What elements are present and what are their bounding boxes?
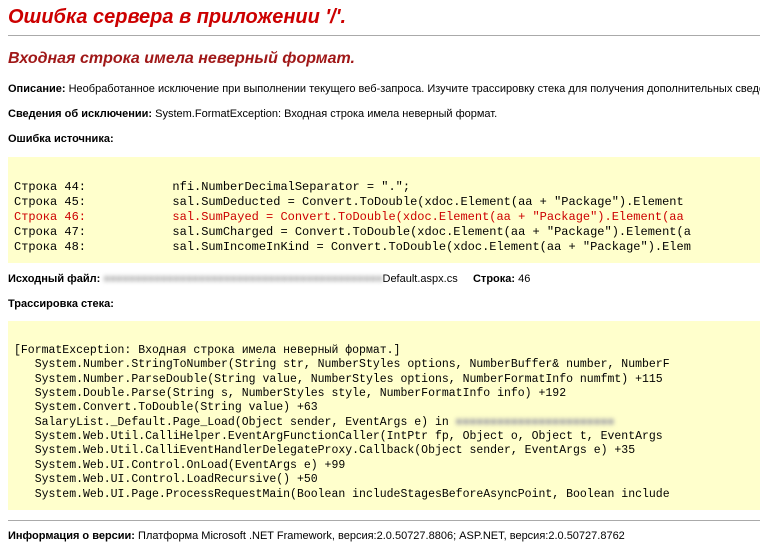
- exception-line: Сведения об исключении: System.FormatExc…: [8, 107, 760, 122]
- divider: [8, 35, 760, 36]
- source-error-label-row: Ошибка источника:: [8, 132, 760, 147]
- source-file-path-tail: Default.aspx.cs: [383, 273, 458, 285]
- exception-label: Сведения об исключении:: [8, 108, 152, 120]
- source-file-hidden-path: ■■■■■■■■■■■■■■■■■■■■■■■■■■■■■■■■■■■■■■■■…: [103, 273, 382, 285]
- error-page: Ошибка сервера в приложении '/'. Входная…: [0, 0, 768, 558]
- source-file-row: Исходный файл: ■■■■■■■■■■■■■■■■■■■■■■■■■…: [8, 273, 760, 285]
- source-error-label: Ошибка источника:: [8, 133, 114, 145]
- version-line: Информация о версии: Платформа Microsoft…: [8, 529, 760, 544]
- version-label: Информация о версии:: [8, 530, 135, 542]
- stack-trace-block: [FormatException: Входная строка имела н…: [8, 321, 760, 510]
- page-title: Ошибка сервера в приложении '/'.: [8, 6, 760, 29]
- exception-text: System.FormatException: Входная строка и…: [155, 108, 497, 120]
- stack-label-row: Трассировка стека:: [8, 297, 760, 312]
- stack-label: Трассировка стека:: [8, 298, 114, 310]
- source-code-block: Строка 44: nfi.NumberDecimalSeparator = …: [8, 157, 760, 263]
- source-file-label: Исходный файл:: [8, 273, 100, 285]
- source-file-line-label: Строка:: [473, 273, 515, 285]
- version-text: Платформа Microsoft .NET Framework, верс…: [138, 530, 625, 542]
- description-line: Описание: Необработанное исключение при …: [8, 82, 760, 97]
- description-text: Необработанное исключение при выполнении…: [69, 83, 760, 95]
- error-subtitle: Входная строка имела неверный формат.: [8, 50, 760, 68]
- description-label: Описание:: [8, 83, 66, 95]
- divider-bottom: [8, 520, 760, 521]
- source-file-line-no: 46: [518, 273, 530, 285]
